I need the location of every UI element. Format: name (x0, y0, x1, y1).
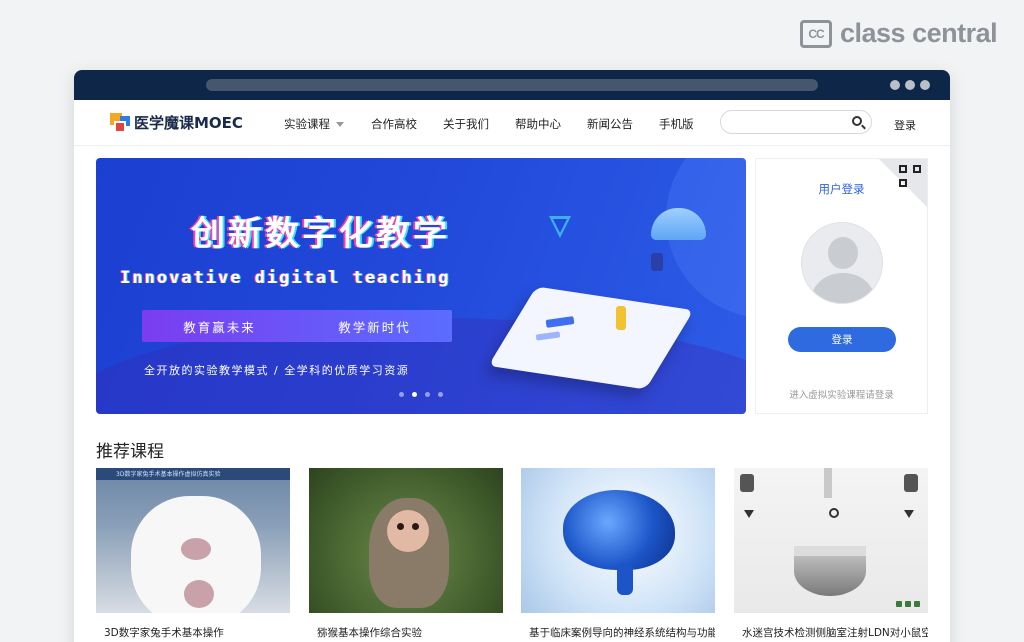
carousel-dot-active[interactable] (412, 392, 417, 397)
course-card[interactable]: 基于临床案例导向的神经系统结构与功能 (521, 468, 715, 642)
login-title: 用户登录 (818, 182, 865, 196)
course-card[interactable]: 猕猴基本操作综合实验 (309, 468, 503, 642)
class-central-watermark: CC class central (800, 18, 998, 49)
class-central-logo-text: class central (840, 18, 998, 48)
course-thumbnail[interactable] (309, 468, 503, 613)
course-title[interactable]: 基于临床案例导向的神经系统结构与功能 (521, 625, 715, 640)
window-dot-icon[interactable] (905, 80, 915, 90)
carousel-indicators (399, 392, 443, 397)
nav-item-label: 实验课程 (284, 117, 330, 131)
site-name: 医学魔课MOEC (134, 114, 243, 132)
banner-pill-right: 教学新时代 (338, 319, 411, 335)
course-thumbnail[interactable] (521, 468, 715, 613)
course-title[interactable]: 猕猴基本操作综合实验 (309, 625, 503, 640)
window-controls (890, 80, 930, 90)
triangle-graphic (549, 216, 571, 238)
course-title[interactable]: 3D数字家兔手术基本操作 (96, 625, 290, 640)
login-link[interactable]: 登录 (894, 117, 916, 133)
top-navbar: 医学魔课MOEC 实验课程 合作高校 关于我们 帮助中心 新闻公告 手机版 登录 (74, 100, 950, 146)
window-dot-icon[interactable] (920, 80, 930, 90)
login-hint: 进入虚拟实验课程请登录 (789, 390, 894, 401)
nav-item-courses[interactable]: 实验课程 (284, 116, 344, 132)
section-title: 推荐课程 (96, 442, 164, 462)
logo-icon (110, 112, 130, 133)
course-title[interactable]: 水迷宫技术检测侧脑室注射LDN对小鼠空 (734, 625, 928, 640)
login-button[interactable]: 登录 (788, 327, 896, 352)
course-thumbnail[interactable] (734, 468, 928, 613)
banner-pill-left: 教育赢未来 (183, 319, 256, 335)
parachutist-graphic (651, 253, 663, 271)
nav-item-about[interactable]: 关于我们 (443, 116, 489, 132)
banner-tagline: 全开放的实验教学模式 / 全学科的优质学习资源 (144, 364, 410, 377)
user-icon (828, 237, 858, 269)
carousel-dot[interactable] (399, 392, 404, 397)
hero-banner[interactable]: 创新数字化教学 Innovative digital teaching 教育赢未… (96, 158, 746, 414)
thumbnail-banner-text: 3D数字家兔手术基本操作虚拟仿真实验 (116, 471, 221, 478)
person-figure-graphic (616, 306, 626, 330)
class-central-logo-icon: CC (800, 19, 832, 48)
carousel-dot[interactable] (425, 392, 430, 397)
login-panel: 用户登录 登录 进入虚拟实验课程请登录 (755, 158, 928, 414)
course-card[interactable]: 水迷宫技术检测侧脑室注射LDN对小鼠空 (734, 468, 928, 642)
chevron-down-icon (336, 122, 344, 127)
search-icon[interactable] (852, 116, 862, 126)
site-logo[interactable]: 医学魔课MOEC (110, 112, 243, 133)
course-card[interactable]: 3D数字家兔手术基本操作虚拟仿真实验 3D数字家兔手术基本操作 (96, 468, 290, 642)
nav-item-help[interactable]: 帮助中心 (515, 116, 561, 132)
banner-pill: 教育赢未来 教学新时代 (142, 310, 452, 342)
course-thumbnail[interactable]: 3D数字家兔手术基本操作虚拟仿真实验 (96, 468, 290, 613)
carousel-dot[interactable] (438, 392, 443, 397)
search-input[interactable] (720, 110, 872, 134)
nav-item-partners[interactable]: 合作高校 (371, 116, 417, 132)
nav-item-mobile[interactable]: 手机版 (659, 116, 694, 132)
nav-item-news[interactable]: 新闻公告 (587, 116, 633, 132)
browser-titlebar (74, 70, 950, 100)
address-bar[interactable] (206, 79, 818, 91)
player-controls[interactable] (896, 601, 920, 607)
banner-subtitle: Innovative digital teaching (120, 268, 451, 288)
avatar (801, 222, 883, 304)
banner-title: 创新数字化教学 (191, 214, 450, 254)
browser-window: 医学魔课MOEC 实验课程 合作高校 关于我们 帮助中心 新闻公告 手机版 登录… (74, 70, 950, 642)
window-dot-icon[interactable] (890, 80, 900, 90)
